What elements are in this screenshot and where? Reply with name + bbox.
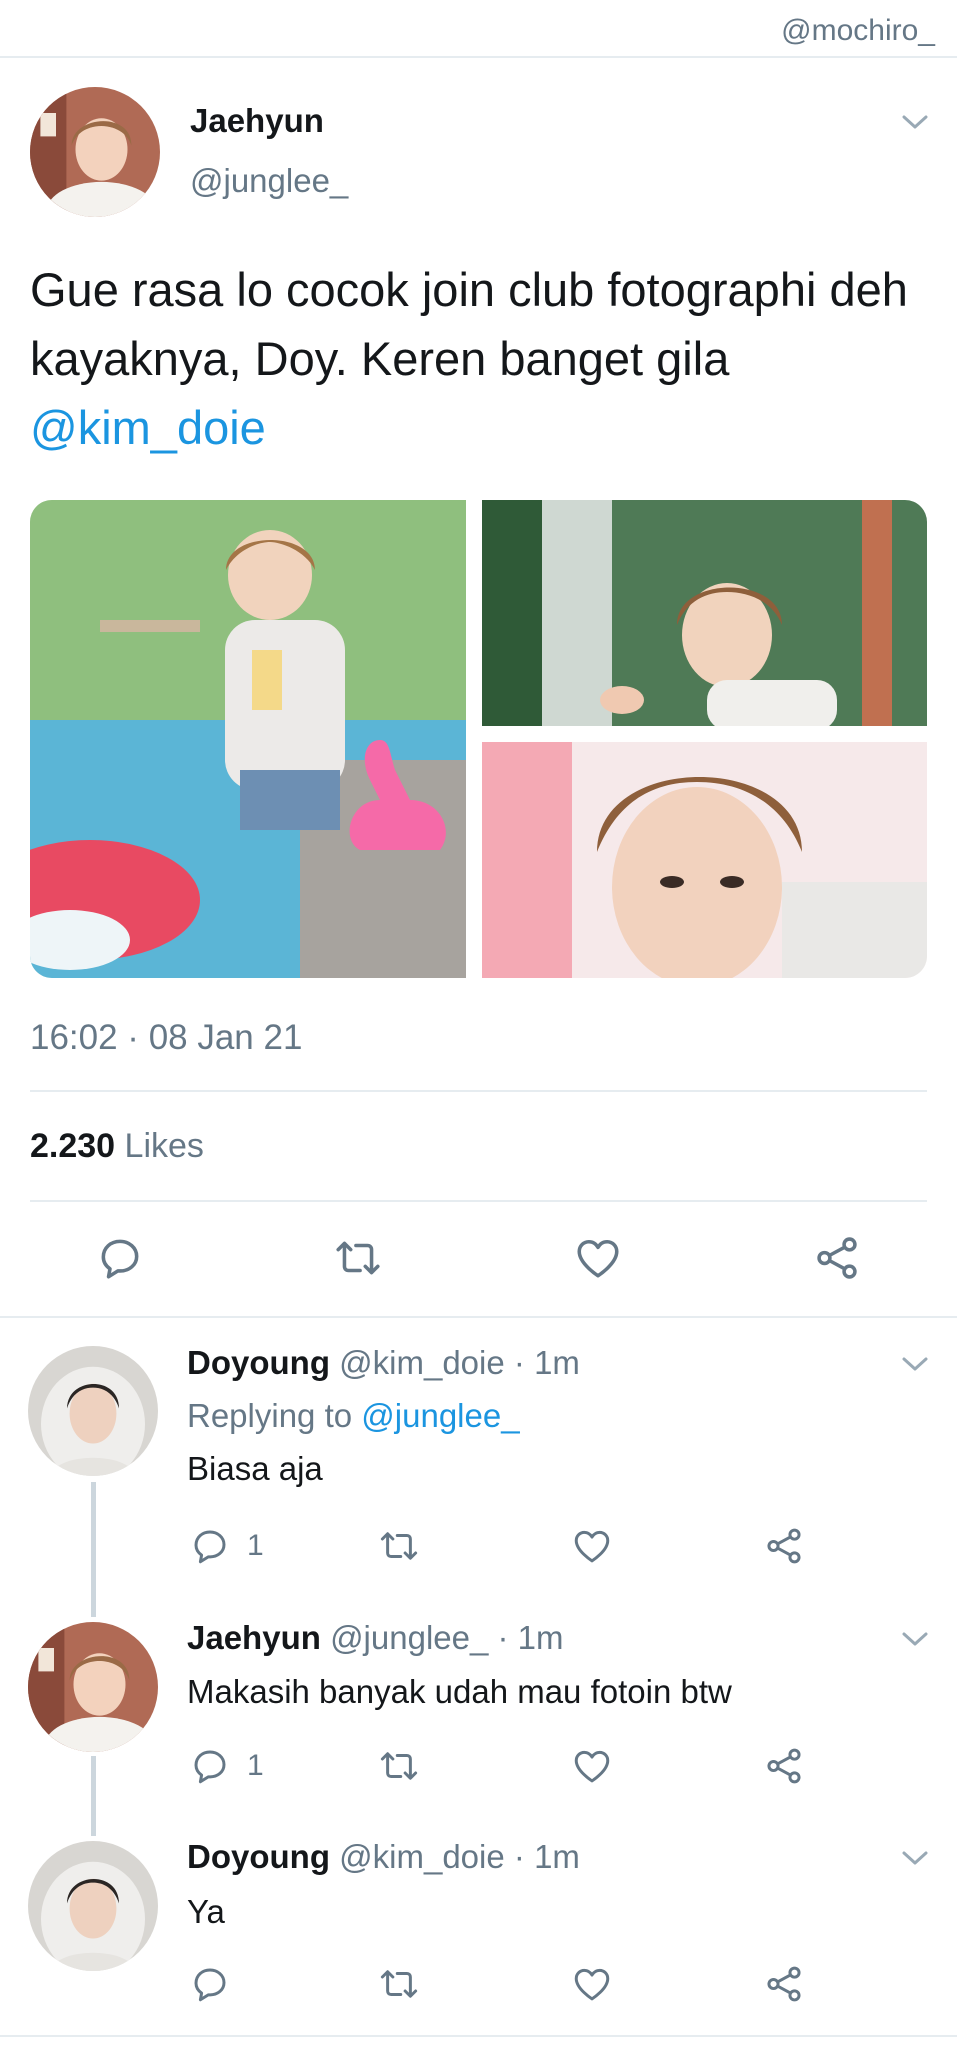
- reply-author-name[interactable]: Jaehyun: [187, 1619, 321, 1656]
- likes-label: Likes: [124, 1127, 204, 1165]
- replying-label: Replying to: [187, 1397, 353, 1434]
- tweet-body: Gue rasa lo cocok join club fotographi d…: [30, 263, 908, 385]
- avatar-jaehyun[interactable]: [28, 1622, 158, 1752]
- reply-time: · 1m: [497, 1619, 564, 1656]
- reply-icon[interactable]: [189, 1745, 231, 1787]
- reply-header: Doyoung @kim_doie · 1m: [187, 1838, 580, 1876]
- divider: [30, 1090, 927, 1092]
- reply-text: Ya: [187, 1893, 225, 1930]
- thread-line: [91, 1756, 96, 1836]
- replying-to: Replying to @junglee_: [187, 1397, 520, 1435]
- reply-text: Makasih banyak udah mau fotoin btw: [187, 1673, 732, 1710]
- replying-mention[interactable]: @junglee_: [361, 1397, 519, 1434]
- reply-icon[interactable]: [189, 1963, 231, 2005]
- share-icon[interactable]: [763, 1745, 805, 1787]
- retweet-icon[interactable]: [378, 1525, 420, 1567]
- reply-author-name[interactable]: Doyoung: [187, 1838, 330, 1875]
- bottom-divider: [0, 2035, 957, 2037]
- reply-header: Jaehyun @junglee_ · 1m: [187, 1619, 564, 1657]
- likes-stat[interactable]: 2.230 Likes: [30, 1127, 204, 1166]
- chevron-down-icon[interactable]: [900, 1354, 930, 1374]
- reply-count: 1: [247, 1749, 264, 1782]
- reply-header: Doyoung @kim_doie · 1m: [187, 1344, 580, 1382]
- heart-icon[interactable]: [571, 1745, 613, 1787]
- likes-count: 2.230: [30, 1127, 116, 1165]
- reply-time: · 1m: [513, 1838, 580, 1875]
- thread-divider: [0, 1316, 957, 1318]
- avatar-doyoung[interactable]: [28, 1346, 158, 1476]
- media-grid[interactable]: [30, 500, 927, 978]
- reply-icon[interactable]: [189, 1525, 231, 1567]
- reply-count: 1: [247, 1529, 264, 1562]
- heart-icon[interactable]: [571, 1963, 613, 2005]
- author-name[interactable]: Jaehyun: [190, 102, 324, 140]
- avatar-jaehyun[interactable]: [30, 87, 160, 217]
- retweet-icon[interactable]: [333, 1233, 383, 1283]
- watermark-bar: @mochiro_: [0, 0, 957, 58]
- avatar-doyoung[interactable]: [28, 1841, 158, 1971]
- photo-garden[interactable]: [482, 500, 927, 726]
- reply-author-handle[interactable]: @junglee_: [330, 1619, 488, 1656]
- reply-time: · 1m: [513, 1344, 580, 1381]
- heart-icon[interactable]: [571, 1525, 613, 1567]
- chevron-down-icon[interactable]: [900, 1629, 930, 1649]
- mention-link[interactable]: @kim_doie: [30, 401, 266, 454]
- reply-icon[interactable]: [95, 1233, 145, 1283]
- photo-closeup[interactable]: [482, 742, 927, 978]
- retweet-icon[interactable]: [378, 1745, 420, 1787]
- author-handle[interactable]: @junglee_: [190, 162, 348, 200]
- thread-line: [91, 1482, 96, 1617]
- share-icon[interactable]: [763, 1525, 805, 1567]
- watermark-handle: @mochiro_: [781, 14, 935, 47]
- share-icon[interactable]: [812, 1233, 862, 1283]
- photo-pool[interactable]: [30, 500, 466, 978]
- reply-author-name[interactable]: Doyoung: [187, 1344, 330, 1381]
- reply-text: Biasa aja: [187, 1450, 323, 1487]
- tweet-timestamp[interactable]: 16:02 · 08 Jan 21: [30, 1018, 302, 1058]
- chevron-down-icon[interactable]: [900, 1848, 930, 1868]
- chevron-down-icon[interactable]: [900, 112, 930, 132]
- reply-author-handle[interactable]: @kim_doie: [339, 1344, 505, 1381]
- tweet-text: Gue rasa lo cocok join club fotographi d…: [30, 255, 935, 462]
- share-icon[interactable]: [763, 1963, 805, 2005]
- divider: [30, 1200, 927, 1202]
- retweet-icon[interactable]: [378, 1963, 420, 2005]
- heart-icon[interactable]: [573, 1233, 623, 1283]
- reply-author-handle[interactable]: @kim_doie: [339, 1838, 505, 1875]
